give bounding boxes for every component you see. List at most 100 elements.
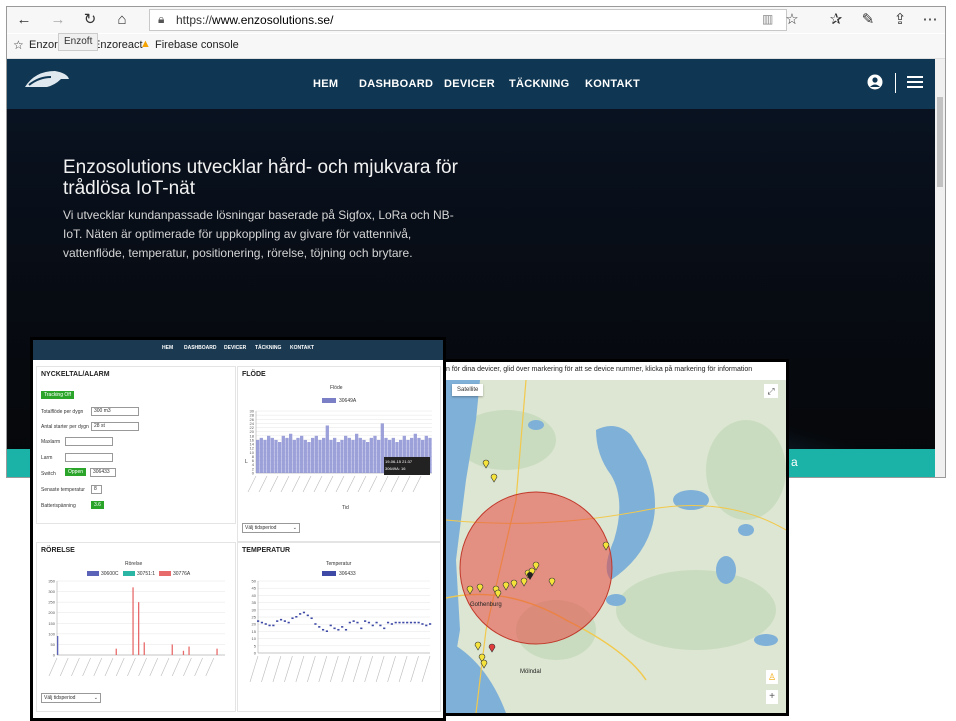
motion-bar <box>216 648 218 655</box>
scrollbar-thumb[interactable] <box>937 97 943 187</box>
flow-bar <box>292 439 296 473</box>
dash-nav-hem[interactable]: HEM <box>162 345 173 351</box>
zoom-in-button[interactable]: + <box>766 690 778 704</box>
x-tick-mark <box>261 655 270 683</box>
back-icon[interactable]: ← <box>13 9 35 31</box>
firebase-icon: ▲ <box>140 38 151 50</box>
temperature-point <box>337 628 340 631</box>
flow-bar <box>329 439 333 473</box>
device-marker[interactable] <box>490 473 498 483</box>
temperature-point <box>295 616 298 618</box>
pegman-icon[interactable]: ♙ <box>766 670 778 684</box>
address-bar[interactable]: 🔒︎ https://www.enzosolutions.se/ ▥ <box>149 9 787 31</box>
x-tick-mark <box>82 657 91 677</box>
x-tick-mark <box>341 655 351 683</box>
reading-view-icon[interactable]: ▥ <box>762 12 773 26</box>
dashboard-navbar: HEM DASHBOARD DEVICER TÄCKNING KONTAKT <box>33 340 443 360</box>
browser-toolbar: ← → ↻ ⌂ 🔒︎ https://www.enzosolutions.se/… <box>7 7 945 33</box>
coverage-map[interactable]: Satellite ⤢ Gothenburg Mölndal ♙ + <box>446 380 786 713</box>
refresh-icon[interactable]: ↻ <box>79 9 101 31</box>
dash-nav-kontakt[interactable]: KONTAKT <box>290 345 314 351</box>
temperature-point <box>329 624 332 627</box>
hamburger-menu-icon[interactable] <box>907 76 923 89</box>
forward-icon[interactable]: → <box>47 9 69 31</box>
x-tick-mark <box>335 475 345 493</box>
dash-nav-devicer[interactable]: DEVICER <box>224 345 246 351</box>
site-nav-kontakt[interactable]: KONTAKT <box>585 78 640 90</box>
device-marker[interactable] <box>476 583 484 593</box>
device-marker[interactable] <box>502 581 510 591</box>
x-tick-mark <box>48 657 58 677</box>
flow-bar <box>325 425 329 473</box>
x-tick-mark <box>357 475 367 493</box>
temperature-point <box>386 621 390 624</box>
site-nav-tackning[interactable]: TÄCKNING <box>509 78 569 90</box>
flow-bar <box>351 439 355 473</box>
device-marker[interactable] <box>548 577 556 587</box>
device-marker[interactable] <box>480 659 488 669</box>
favorite-star-icon[interactable]: ☆ <box>781 9 803 31</box>
nav-divider <box>895 73 896 93</box>
flow-bar <box>281 435 285 473</box>
y-tick-label: 15 <box>252 629 257 634</box>
motion-period-select[interactable]: Välj tidsperiod ⌄ <box>41 693 101 703</box>
y-tick-label: 50 <box>252 579 257 584</box>
flow-bar <box>285 437 289 473</box>
pen-icon[interactable]: ✎ <box>857 9 879 31</box>
dash-nav-tackning[interactable]: TÄCKNING <box>255 345 281 351</box>
temperature-point <box>421 623 424 625</box>
device-marker[interactable] <box>474 641 482 651</box>
flow-bar <box>307 442 311 473</box>
temperature-point <box>406 621 409 624</box>
motion-chart-title: Rörelse <box>125 561 143 567</box>
flow-bar <box>278 442 282 473</box>
tracking-button[interactable]: Tracking Off <box>41 391 74 399</box>
starts-field[interactable]: 28 st <box>91 422 139 431</box>
home-icon[interactable]: ⌂ <box>111 9 133 31</box>
x-tick-mark <box>115 657 125 677</box>
x-tick-mark <box>390 475 400 493</box>
dash-nav-dashboard[interactable]: DASHBOARD <box>184 345 217 351</box>
flow-period-select[interactable]: Välj tidsperiod ⌄ <box>242 523 300 533</box>
star-icon: ☆ <box>13 38 24 52</box>
device-marker[interactable] <box>494 589 502 599</box>
device-marker[interactable] <box>466 585 474 595</box>
temperature-point <box>352 620 355 622</box>
battery-label: Batterispänning <box>41 503 76 509</box>
favorites-hub-icon[interactable]: ✰ <box>825 9 847 31</box>
device-marker[interactable] <box>520 577 528 587</box>
flow-tooltip-date: 19-06-15 21:37 <box>385 459 413 464</box>
maxalarm-field[interactable] <box>65 437 113 446</box>
user-icon[interactable] <box>867 74 883 90</box>
bookmark-firebase[interactable]: Firebase console <box>155 39 239 51</box>
temp-field[interactable]: 8 <box>91 485 102 494</box>
device-marker-selected[interactable] <box>527 572 533 580</box>
temperature-point <box>325 630 328 632</box>
x-tick-mark <box>247 475 257 493</box>
temperature-chart: 0 5 10 15 20 25 30 35 40 45 50 <box>249 579 432 683</box>
site-nav-devicer[interactable]: DEVICER <box>444 78 495 90</box>
alarm-field[interactable] <box>65 453 113 462</box>
flow-chart: 024681012141618202224262830 <box>247 409 432 493</box>
temperature-point <box>348 621 351 624</box>
switch-id-field[interactable]: 306433 <box>90 468 116 477</box>
x-tick-mark <box>291 475 301 493</box>
site-nav-dashboard[interactable]: DASHBOARD <box>359 78 433 90</box>
y-tick-label: 250 <box>48 600 55 605</box>
device-marker[interactable] <box>602 541 610 551</box>
site-logo[interactable] <box>21 65 73 93</box>
scrollbar[interactable] <box>935 59 945 477</box>
motion-legend-swatch <box>87 571 99 576</box>
flow-bar <box>289 433 293 473</box>
site-nav-hem[interactable]: HEM <box>313 78 338 90</box>
device-marker[interactable] <box>510 579 518 589</box>
more-icon[interactable]: ⋯ <box>919 9 941 31</box>
totalflow-field[interactable]: 300 m3 <box>91 407 139 416</box>
bookmark-enzoreact-2[interactable]: Enzoreact <box>93 39 143 51</box>
flow-period-select-label: Välj tidsperiod <box>245 525 277 531</box>
x-tick-mark <box>421 655 431 683</box>
device-marker-alarm[interactable] <box>488 643 496 653</box>
flow-bar <box>347 437 351 473</box>
device-marker[interactable] <box>482 459 490 469</box>
share-icon[interactable]: ⇪ <box>889 9 911 31</box>
